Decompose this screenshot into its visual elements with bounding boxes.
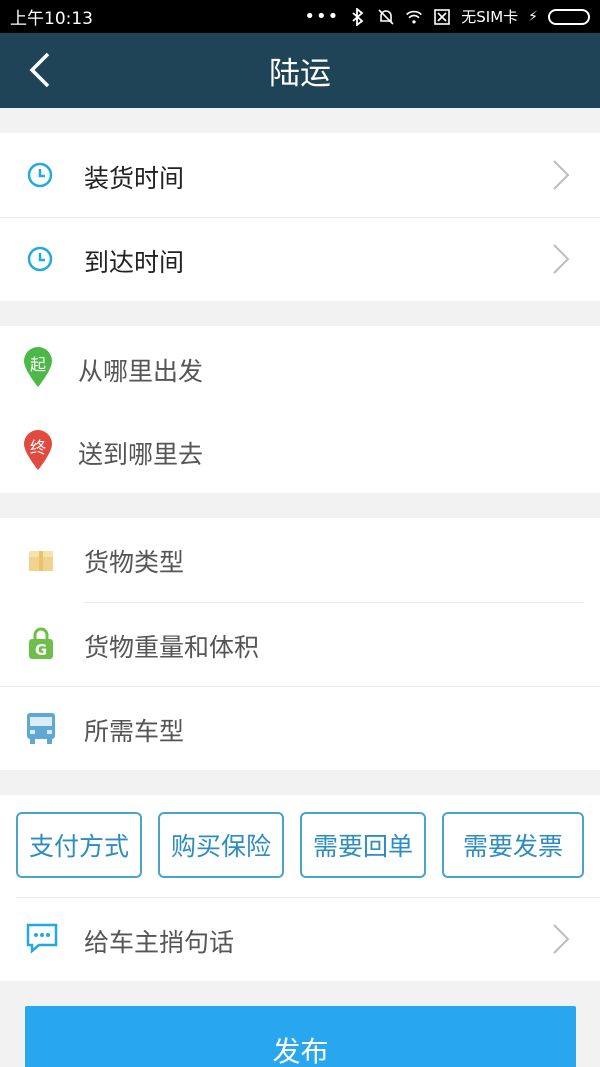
cargo-weight-row[interactable]: G 货物重量和体积 xyxy=(0,603,600,686)
payment-method-chip[interactable]: 支付方式 xyxy=(16,812,142,878)
wifi-icon xyxy=(405,8,423,26)
route-section: 起 从哪里出发 终 送到哪里去 xyxy=(0,326,600,493)
status-bar: 上午10:13 ••• 无SIM卡 ⚡ xyxy=(0,0,600,33)
start-badge-text: 起 xyxy=(29,355,46,374)
cargo-section: 货物类型 G 货物重量和体积 所需车型 xyxy=(0,518,600,770)
chevron-right-icon xyxy=(553,244,570,274)
clock-icon xyxy=(27,162,53,188)
battery-icon xyxy=(548,8,590,25)
publish-button[interactable]: 发布 xyxy=(25,1006,576,1067)
destination-label: 送到哪里去 xyxy=(78,440,204,469)
chevron-left-icon xyxy=(29,52,50,88)
cargo-weight-label: 货物重量和体积 xyxy=(84,633,260,662)
truck-icon xyxy=(24,711,58,745)
message-label: 给车主捎句话 xyxy=(84,928,235,957)
origin-row[interactable]: 起 从哪里出发 xyxy=(0,326,600,410)
more-dots-icon: ••• xyxy=(304,6,340,27)
loading-time-row[interactable]: 装货时间 xyxy=(0,133,600,217)
chevron-right-icon xyxy=(553,160,570,190)
arrival-time-row[interactable]: 到达时间 xyxy=(0,218,600,301)
cargo-type-label: 货物类型 xyxy=(84,548,185,577)
weight-badge-text: G xyxy=(34,641,48,659)
time-section: 装货时间 到达时间 xyxy=(0,133,600,301)
clock-icon xyxy=(27,246,53,272)
insurance-chip[interactable]: 购买保险 xyxy=(158,812,284,878)
vehicle-type-label: 所需车型 xyxy=(84,717,185,746)
cargo-type-row[interactable]: 货物类型 xyxy=(0,518,600,602)
destination-row[interactable]: 终 送到哪里去 xyxy=(0,410,600,493)
origin-label: 从哪里出发 xyxy=(78,357,204,386)
page-title: 陆运 xyxy=(269,56,331,92)
end-pin-icon: 终 xyxy=(22,429,54,471)
loading-time-label: 装货时间 xyxy=(84,164,185,193)
charging-icon: ⚡ xyxy=(528,8,538,25)
chevron-right-icon xyxy=(553,924,570,954)
status-icons: ••• 无SIM卡 ⚡ xyxy=(304,6,590,27)
carrier-text: 无SIM卡 xyxy=(461,8,519,26)
chat-icon xyxy=(25,922,59,954)
message-row[interactable]: 给车主捎句话 xyxy=(0,898,600,981)
vehicle-type-row[interactable]: 所需车型 xyxy=(0,687,600,770)
receipt-chip[interactable]: 需要回单 xyxy=(300,812,426,878)
arrival-time-label: 到达时间 xyxy=(84,248,185,277)
box-icon xyxy=(27,546,55,574)
nav-bar: 陆运 xyxy=(0,33,600,108)
weight-icon: G xyxy=(27,627,55,661)
bluetooth-icon xyxy=(349,7,367,26)
no-sim-icon xyxy=(433,8,451,26)
end-badge-text: 终 xyxy=(29,438,46,457)
back-button[interactable] xyxy=(22,50,62,90)
start-pin-icon: 起 xyxy=(22,346,54,388)
options-chips: 支付方式 购买保险 需要回单 需要发票 xyxy=(0,795,600,897)
status-time: 上午10:13 xyxy=(10,9,93,29)
invoice-chip[interactable]: 需要发票 xyxy=(442,812,584,878)
message-section: 给车主捎句话 xyxy=(0,897,600,981)
mute-bell-icon xyxy=(377,8,395,26)
